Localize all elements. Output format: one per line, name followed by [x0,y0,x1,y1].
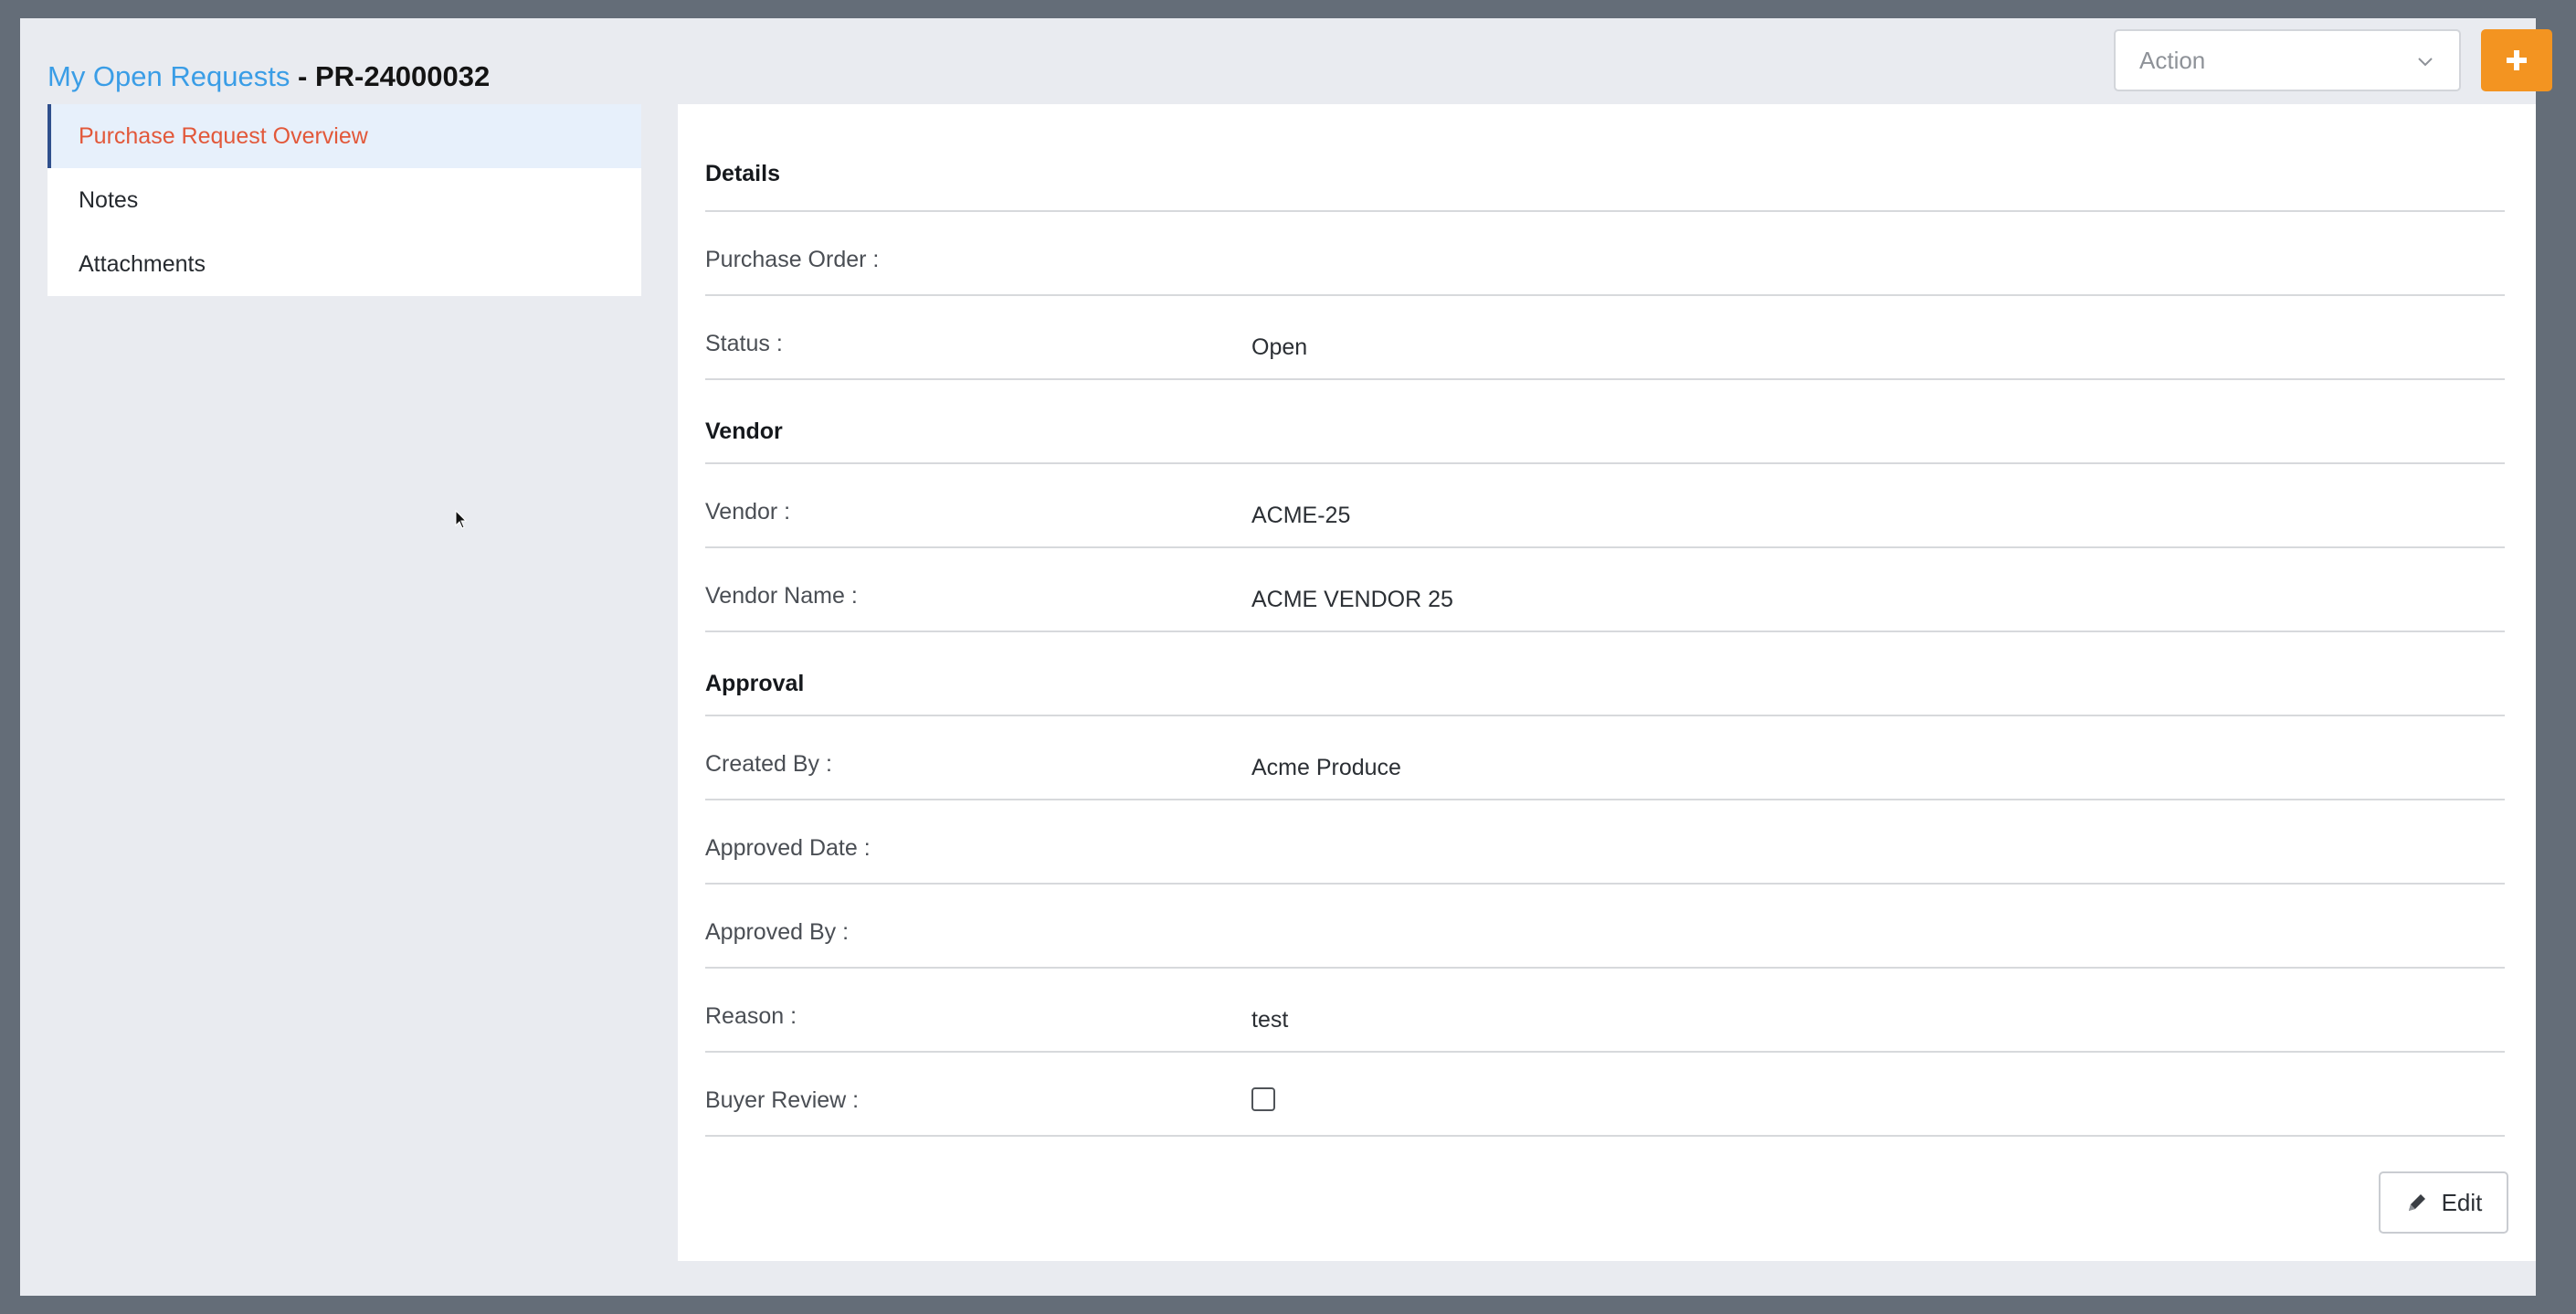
created-by-value: Acme Produce [1251,755,1401,780]
status-label: Status : [705,331,783,356]
action-dropdown-value: Action [2139,46,2206,74]
sidebar-item-label: Purchase Request Overview [79,122,368,149]
chevron-down-icon [2418,58,2433,67]
request-id: PR-24000032 [314,60,491,92]
section-heading-approval: Approval [705,671,805,696]
created-by-label: Created By : [705,751,832,777]
sidebar-item-label: Notes [79,186,139,213]
field-row-reason: Reason : test [705,969,2505,1053]
reason-label: Reason : [705,1003,797,1029]
sidebar-item-purchase-request-overview[interactable]: Purchase Request Overview [48,104,641,168]
edit-button[interactable]: Edit [2379,1171,2508,1234]
action-dropdown[interactable]: Action [2114,29,2461,91]
field-row-created-by: Created By : Acme Produce [705,716,2505,800]
sidebar-item-attachments[interactable]: Attachments [48,232,641,296]
section-heading-details: Details [705,161,780,186]
sidebar-item-notes[interactable]: Notes [48,168,641,232]
status-value: Open [1251,334,1308,360]
field-row-approved-date: Approved Date : [705,800,2505,885]
plus-icon [2507,50,2527,70]
field-row-status: Status : Open [705,296,2505,380]
buyer-review-checkbox[interactable] [1251,1087,1275,1111]
section-approval: Approval [705,632,2505,716]
section-heading-vendor: Vendor [705,419,783,444]
app-window: My Open Requests - PR-24000032 Action Pu… [20,18,2552,1296]
section-details: Details [705,104,2505,212]
field-row-vendor: Vendor : ACME-25 [705,464,2505,548]
reason-value: test [1251,1007,1289,1033]
field-row-approved-by: Approved By : [705,885,2505,969]
field-row-buyer-review: Buyer Review : [705,1053,2505,1137]
add-button[interactable] [2481,29,2552,91]
sidebar-item-label: Attachments [79,250,206,277]
buyer-review-label: Buyer Review : [705,1087,860,1113]
field-row-vendor-name: Vendor Name : ACME VENDOR 25 [705,548,2505,632]
sidebar-nav: Purchase Request Overview Notes Attachme… [48,104,641,296]
breadcrumb-separator: - [297,60,308,92]
vendor-label: Vendor : [705,499,791,525]
approved-date-label: Approved Date : [705,835,871,861]
page-title: My Open Requests - PR-24000032 [48,57,490,97]
pencil-icon [2408,1194,2425,1211]
vendor-name-value: ACME VENDOR 25 [1251,587,1453,612]
breadcrumb-my-open-requests[interactable]: My Open Requests [48,60,290,92]
vendor-name-label: Vendor Name : [705,583,858,609]
mouse-pointer-icon [455,510,468,529]
details-list: Details Purchase Order : Status : Open V… [705,104,2505,1137]
vendor-value: ACME-25 [1251,503,1351,528]
purchase-order-label: Purchase Order : [705,247,880,272]
field-row-purchase-order: Purchase Order : [705,212,2505,296]
section-vendor: Vendor [705,380,2505,464]
approved-by-label: Approved By : [705,919,850,945]
details-panel: Details Purchase Order : Status : Open V… [678,104,2536,1261]
edit-button-label: Edit [2441,1188,2483,1216]
